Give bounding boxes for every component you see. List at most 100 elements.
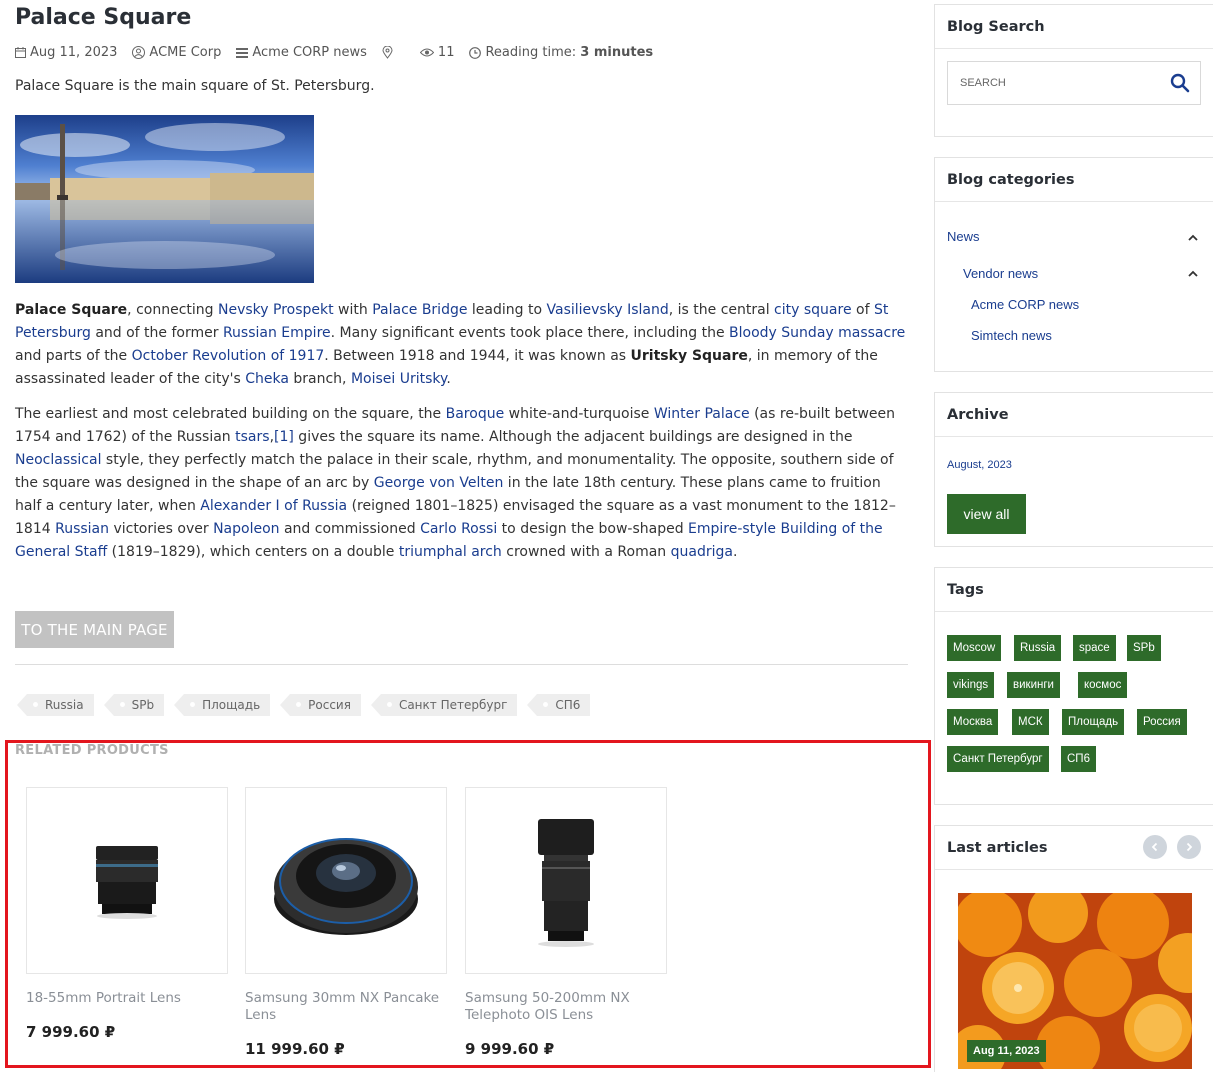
- article-link[interactable]: October Revolution of 1917: [132, 348, 325, 364]
- tag-button[interactable]: Россия: [1137, 709, 1187, 735]
- article-link[interactable]: triumphal arch: [399, 544, 502, 560]
- product-name[interactable]: Samsung 50-200mm NX Telephoto OIS Lens: [465, 990, 667, 1024]
- article-tag[interactable]: Площадь: [174, 694, 271, 716]
- meta-author[interactable]: ACME Corp: [132, 45, 221, 60]
- chevron-left-icon: [1151, 842, 1158, 852]
- category-simtech-news[interactable]: Simtech news: [971, 328, 1052, 343]
- body-text: gives the square its name. Although the …: [293, 429, 853, 445]
- user-icon: [132, 46, 146, 59]
- tag-button[interactable]: Москва: [947, 709, 999, 735]
- body-text: leading to: [467, 302, 547, 318]
- category-acme-corp-news[interactable]: Acme CORP news: [971, 297, 1079, 312]
- search-input[interactable]: [948, 62, 1148, 104]
- tag-button[interactable]: vikings: [947, 672, 995, 698]
- widget-title: Blog categories: [935, 158, 1213, 202]
- related-products-title: RELATED PRODUCTS: [15, 743, 169, 758]
- blog-categories-widget: Blog categories News Vendor news Acme CO…: [934, 157, 1213, 372]
- meta-date: Aug 11, 2023: [15, 45, 117, 60]
- article-link[interactable]: city square: [774, 302, 852, 318]
- article-intro: Palace Square is the main square of St. …: [15, 78, 375, 94]
- search-field[interactable]: [947, 61, 1201, 105]
- product-image[interactable]: [465, 787, 667, 974]
- tag-button[interactable]: викинги: [1007, 672, 1060, 698]
- article-link[interactable]: Alexander I of Russia: [200, 498, 347, 514]
- product-image[interactable]: [26, 787, 228, 974]
- body-text: The earliest and most celebrated buildin…: [15, 406, 446, 422]
- carousel-next-button[interactable]: [1177, 835, 1201, 859]
- article-tag[interactable]: Санкт Петербург: [370, 694, 518, 716]
- article-link[interactable]: Russian Empire: [223, 325, 331, 341]
- product-image[interactable]: [245, 787, 447, 974]
- body-text: , is the central: [668, 302, 775, 318]
- article-link[interactable]: Palace Bridge: [372, 302, 467, 318]
- body-text: and of the former: [90, 325, 223, 341]
- article-tag[interactable]: СП6: [527, 694, 591, 716]
- article-link[interactable]: Napoleon: [213, 521, 279, 537]
- body-text: crowned with a Roman: [501, 544, 671, 560]
- tag-button[interactable]: Санкт Петербург: [947, 746, 1049, 772]
- article-link[interactable]: Bloody Sunday massacre: [729, 325, 905, 341]
- eye-icon: [419, 48, 434, 57]
- tag-button[interactable]: SPb: [1127, 635, 1161, 661]
- article-tag[interactable]: SPb: [103, 694, 165, 716]
- tag-button[interactable]: space: [1073, 635, 1116, 661]
- tag-button[interactable]: СП6: [1061, 746, 1096, 772]
- article-link[interactable]: Neoclassical: [15, 452, 101, 468]
- body-text: victories over: [109, 521, 214, 537]
- page-title: Palace Square: [15, 5, 192, 30]
- article-date-badge: Aug 11, 2023: [967, 1040, 1046, 1062]
- tag-button[interactable]: космос: [1078, 672, 1128, 698]
- article-tag[interactable]: Russia: [17, 694, 94, 716]
- tag-button[interactable]: Moscow: [947, 635, 1002, 661]
- carousel-prev-button[interactable]: [1143, 835, 1167, 859]
- article-link[interactable]: Winter Palace: [654, 406, 750, 422]
- body-text: . Many significant events took place the…: [330, 325, 730, 341]
- article-link[interactable]: Russian: [55, 521, 109, 537]
- article-tag[interactable]: Россия: [280, 694, 361, 716]
- article-link[interactable]: tsars: [235, 429, 269, 445]
- last-articles-widget: Last articles Aug 11, 2023: [934, 825, 1213, 1072]
- search-icon[interactable]: [1170, 73, 1190, 93]
- widget-title: Blog Search: [935, 5, 1213, 49]
- article-link[interactable]: Carlo Rossi: [420, 521, 497, 537]
- tag-button[interactable]: Площадь: [1062, 709, 1125, 735]
- bold-text: Uritsky Square: [630, 348, 748, 364]
- article-paragraph-1: Palace Square, connecting Nevsky Prospek…: [15, 299, 908, 391]
- product-name[interactable]: Samsung 30mm NX Pancake Lens: [245, 990, 447, 1024]
- meta-location[interactable]: [382, 46, 405, 59]
- article-link[interactable]: Empire-style: [688, 521, 776, 537]
- article-paragraph-2: The earliest and most celebrated buildin…: [15, 403, 908, 564]
- product-card[interactable]: Samsung 50-200mm NX Telephoto OIS Lens 9…: [465, 787, 667, 1058]
- chevron-up-icon[interactable]: [1187, 232, 1199, 244]
- product-name[interactable]: 18-55mm Portrait Lens: [26, 990, 228, 1007]
- tag-button[interactable]: МСК: [1012, 709, 1049, 735]
- article-link[interactable]: Baroque: [446, 406, 505, 422]
- body-text: . Between 1918 and 1944, it was known as: [324, 348, 631, 364]
- tag-button[interactable]: Russia: [1014, 635, 1062, 661]
- product-card[interactable]: Samsung 30mm NX Pancake Lens 11 999.60 ₽: [245, 787, 447, 1058]
- article-link[interactable]: George von Velten: [374, 475, 504, 491]
- article-link[interactable]: quadriga: [671, 544, 733, 560]
- article-link[interactable]: Moisei Uritsky: [351, 371, 446, 387]
- body-text: , connecting: [127, 302, 218, 318]
- meta-category[interactable]: Acme CORP news: [236, 45, 367, 60]
- article-meta: Aug 11, 2023 ACME Corp Acme CORP news 11…: [15, 45, 668, 60]
- body-text: white-and-turquoise: [504, 406, 654, 422]
- article-link[interactable]: Nevsky Prospekt: [218, 302, 334, 318]
- chevron-up-icon[interactable]: [1187, 268, 1199, 280]
- to-main-page-button[interactable]: TO THE MAIN PAGE: [15, 611, 174, 648]
- article-link[interactable]: Vasilievsky Island: [547, 302, 669, 318]
- article-link[interactable]: [1]: [274, 429, 294, 445]
- body-text: branch,: [288, 371, 351, 387]
- body-text: and parts of the: [15, 348, 132, 364]
- category-vendor-news[interactable]: Vendor news: [963, 266, 1038, 281]
- view-all-button[interactable]: view all: [947, 494, 1026, 534]
- bold-text: Palace Square: [15, 302, 128, 318]
- archive-month-link[interactable]: August, 2023: [947, 459, 1012, 471]
- article-link[interactable]: Cheka: [245, 371, 289, 387]
- tags-widget: Tags Moscow Russia space SPb vikings вик…: [934, 567, 1213, 805]
- body-text: of: [851, 302, 874, 318]
- product-card[interactable]: 18-55mm Portrait Lens 7 999.60 ₽: [26, 787, 228, 1041]
- category-news[interactable]: News: [947, 229, 980, 244]
- calendar-icon: [15, 47, 26, 58]
